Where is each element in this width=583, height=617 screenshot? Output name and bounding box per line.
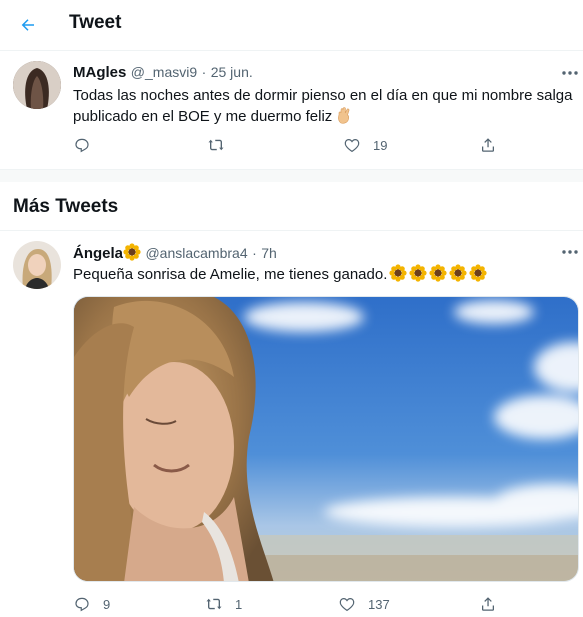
- retweet-icon: [208, 139, 224, 151]
- sunflower-icon: [449, 264, 467, 282]
- tweet-body: Pequeña sonrisa de Amelie, me tienes gan…: [73, 266, 388, 283]
- share-icon: [482, 597, 494, 611]
- tweet-photo[interactable]: [73, 296, 579, 582]
- share-button[interactable]: [479, 595, 497, 613]
- fingers-crossed-icon: [338, 107, 350, 124]
- tweet-text: Pequeña sonrisa de Amelie, me tienes gan…: [73, 264, 573, 285]
- reply-icon: [75, 597, 89, 612]
- page-header: Tweet: [0, 0, 583, 51]
- author-handle[interactable]: @anslacambra4: [145, 245, 247, 261]
- like-button[interactable]: 137: [338, 595, 390, 613]
- second-tweet[interactable]: Ángela @anslacambra4 · 7h Pequeña sonris…: [0, 231, 583, 617]
- reply-icon: [75, 138, 89, 153]
- photo-image: [74, 297, 578, 581]
- avatar[interactable]: [13, 241, 61, 289]
- meta-separator: ·: [252, 245, 257, 261]
- more-options-button[interactable]: [557, 63, 583, 83]
- share-icon: [482, 138, 494, 152]
- retweet-button[interactable]: 1: [205, 595, 242, 613]
- section-title: Más Tweets: [13, 196, 119, 217]
- author-name[interactable]: Ángela: [73, 245, 123, 262]
- sunflower-icon: [389, 264, 407, 282]
- heart-icon: [344, 138, 360, 153]
- like-count: 137: [368, 596, 390, 612]
- tweet-time[interactable]: 7h: [261, 245, 277, 261]
- more-dots-icon: [562, 250, 578, 254]
- meta-separator: ·: [201, 64, 207, 80]
- author-handle[interactable]: @_masvi9: [131, 64, 197, 80]
- reply-count: 9: [103, 596, 111, 612]
- sunflower-icon: [469, 264, 487, 282]
- more-dots-icon: [562, 71, 578, 75]
- page-title: Tweet: [69, 12, 122, 33]
- heart-icon: [339, 597, 355, 612]
- sunflower-icon: [409, 264, 427, 282]
- main-tweet[interactable]: MAgles @_masvi9 · 25 jun. Todas las noch…: [0, 51, 583, 170]
- retweet-count: 1: [235, 596, 243, 612]
- avatar[interactable]: [13, 61, 61, 109]
- tweet-date[interactable]: 25 jun.: [211, 64, 253, 80]
- like-button[interactable]: 19: [343, 136, 387, 154]
- more-options-button[interactable]: [557, 242, 583, 262]
- like-count: 19: [373, 137, 388, 153]
- sunflower-icon: [123, 243, 141, 261]
- author-name[interactable]: MAgles: [73, 64, 126, 81]
- reply-button[interactable]: [73, 136, 91, 154]
- arrow-left-icon: [21, 19, 34, 31]
- tweet-text: Todas las noches antes de dormir pienso …: [73, 85, 573, 127]
- back-button[interactable]: [14, 11, 42, 39]
- sunflower-emojis: [387, 264, 487, 283]
- sunflower-icon: [429, 264, 447, 282]
- share-button[interactable]: [479, 136, 497, 154]
- section-divider: [0, 170, 583, 182]
- tweet-body: Todas las noches antes de dormir pienso …: [73, 87, 573, 125]
- reply-button[interactable]: 9: [73, 595, 110, 613]
- retweet-icon: [206, 598, 222, 610]
- retweet-button[interactable]: [207, 136, 225, 154]
